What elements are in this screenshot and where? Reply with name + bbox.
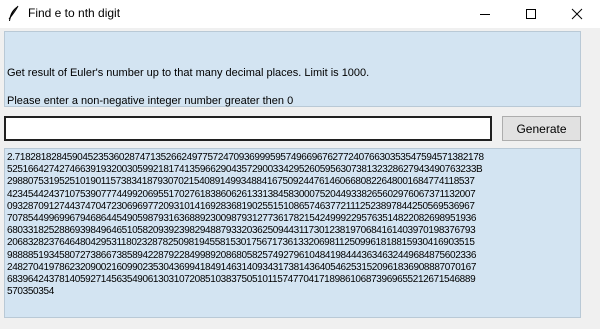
- generate-button[interactable]: Generate: [502, 116, 581, 141]
- close-icon: [571, 8, 583, 20]
- result-line: 2482704197862320900216099023530436994184…: [7, 261, 477, 273]
- result-output[interactable]: 2.71828182845904523536028747135266249775…: [4, 148, 581, 318]
- digits-input[interactable]: [4, 116, 492, 141]
- result-line: 4234544243710753907774499206955170276183…: [7, 188, 476, 200]
- result-line: 2068328237646480429531180232878250981945…: [7, 237, 475, 249]
- window-title: Find e to nth digit: [28, 6, 121, 20]
- result-line: 5251664274274663919320030599218174135966…: [7, 164, 483, 176]
- result-line: 7078544996996794686445490598793163688923…: [7, 213, 477, 225]
- result-line: 2988075319525101901157383418793070215408…: [7, 176, 475, 188]
- result-text: 2.71828182845904523536028747135266249775…: [7, 152, 578, 298]
- prompt-text: Please enter a non-negative integer numb…: [7, 95, 294, 107]
- title-bar[interactable]: Find e to nth digit: [0, 0, 600, 28]
- info-panel: Get result of Euler's number up to that …: [4, 31, 581, 107]
- feather-icon: [6, 5, 20, 23]
- close-button[interactable]: [554, 0, 600, 28]
- instruction-text: Get result of Euler's number up to that …: [7, 67, 370, 79]
- result-line: 570350354: [7, 286, 54, 298]
- result-line: 0932870912744374704723069697720931014169…: [7, 200, 475, 212]
- result-line: 9888851934580727386673858942287922849989…: [7, 249, 477, 261]
- result-line: 6839642437814059271456354906130310720851…: [7, 274, 476, 286]
- minimize-icon: [480, 14, 490, 15]
- result-line: 2.71828182845904523536028747135266249775…: [7, 152, 484, 163]
- app-window: Find e to nth digit Get result of Euler'…: [0, 0, 600, 329]
- maximize-icon: [526, 9, 536, 19]
- minimize-button[interactable]: [462, 0, 508, 28]
- result-line: 6803318252886939849646510582093923982948…: [7, 225, 476, 237]
- maximize-button[interactable]: [508, 0, 554, 28]
